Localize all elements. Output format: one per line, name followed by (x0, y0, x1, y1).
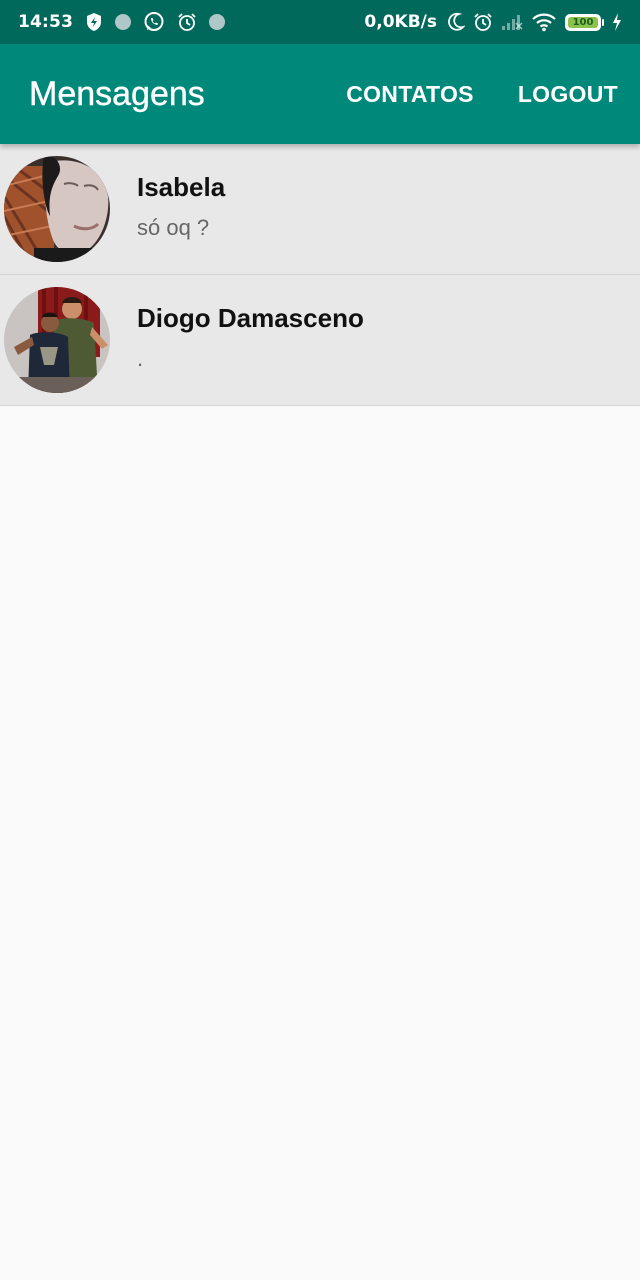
contact-name: Diogo Damasceno (137, 302, 364, 333)
logout-button[interactable]: LOGOUT (518, 81, 618, 108)
wifi-icon (531, 12, 557, 32)
last-message: só oq ? (137, 214, 210, 240)
avatar (4, 287, 110, 393)
last-message: . (137, 345, 144, 371)
status-bar-left: 14:53 (18, 11, 226, 33)
conversation-list: Isabela só oq ? Diogo Damasceno . (0, 144, 640, 406)
battery-level: 100 (568, 16, 598, 28)
signal-icon (501, 13, 523, 31)
whatsapp-icon (143, 11, 165, 33)
shield-bolt-icon (85, 12, 103, 32)
battery-icon: 100 (565, 13, 604, 31)
conversation-item[interactable]: Isabela só oq ? (0, 144, 640, 275)
conversation-item[interactable]: Diogo Damasceno . (0, 275, 640, 406)
app-bar: Mensagens CONTATOS LOGOUT (0, 44, 640, 144)
notification-dot-icon (115, 14, 132, 30)
status-bar: 14:53 0,0KB/s 100 (0, 0, 640, 44)
status-bar-right: 0,0KB/s 100 (364, 12, 622, 32)
conversation-text: Diogo Damasceno . (137, 303, 364, 372)
app-bar-actions: CONTATOS LOGOUT (302, 81, 618, 108)
contacts-button[interactable]: CONTATOS (346, 81, 474, 108)
charging-icon (612, 13, 622, 31)
avatar (4, 156, 110, 262)
status-time: 14:53 (18, 12, 74, 32)
moon-icon (447, 12, 465, 32)
alarm-icon (177, 12, 197, 32)
conversation-text: Isabela só oq ? (137, 172, 225, 241)
alarm-icon (473, 12, 493, 32)
contact-name: Isabela (137, 171, 226, 202)
page-title: Mensagens (29, 74, 205, 113)
network-speed: 0,0KB/s (364, 12, 437, 32)
notification-dot-icon (209, 14, 226, 30)
